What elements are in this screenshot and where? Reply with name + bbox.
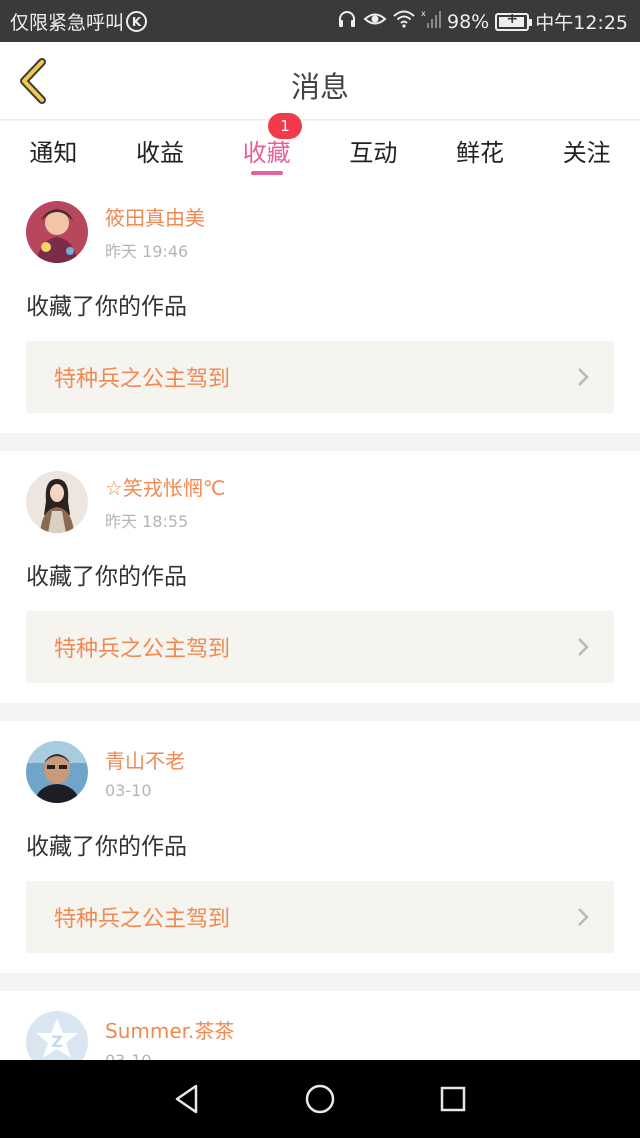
message-card: 筱田真由美 昨天 19:46 收藏了你的作品 特种兵之公主驾到 xyxy=(0,181,640,433)
battery-percent: 98% xyxy=(447,10,490,33)
tab-bar: 通知 收益 收藏 1 互动 鲜花 关注 xyxy=(0,113,640,181)
user-meta: 青山不老 03-10 xyxy=(105,745,185,800)
clock: 中午12:25 xyxy=(535,12,628,34)
battery-icon: + xyxy=(495,11,533,31)
action-text: 收藏了你的作品 xyxy=(26,564,187,590)
wifi-icon xyxy=(393,10,415,33)
chevron-right-icon xyxy=(578,638,589,656)
status-left: 仅限紧急呼叫 K xyxy=(10,8,148,35)
k-circle-icon: K xyxy=(126,11,148,32)
message-card: 青山不老 03-10 收藏了你的作品 特种兵之公主驾到 xyxy=(0,721,640,973)
status-right: x 98% + 中午12:25 xyxy=(337,8,628,35)
carrier-text: 仅限紧急呼叫 xyxy=(10,12,125,34)
user-row[interactable]: 筱田真由美 昨天 19:46 xyxy=(26,199,614,265)
tab-label: 收藏 xyxy=(242,139,291,167)
message-card: ☆笑戎怅惘℃ 昨天 18:55 收藏了你的作品 特种兵之公主驾到 xyxy=(0,451,640,703)
svg-text:x: x xyxy=(421,9,426,18)
tab-label: 互动 xyxy=(349,139,398,167)
tab-follow[interactable]: 关注 xyxy=(533,121,640,181)
eye-icon xyxy=(363,10,387,33)
message-time: 昨天 19:46 xyxy=(105,242,189,261)
tab-label: 关注 xyxy=(562,139,611,167)
user-name[interactable]: 青山不老 xyxy=(105,745,185,774)
work-title: 特种兵之公主驾到 xyxy=(54,907,231,932)
user-meta: 筱田真由美 昨天 19:46 xyxy=(105,202,205,262)
home-circle-icon[interactable] xyxy=(300,1079,340,1119)
header: 消息 xyxy=(0,42,640,120)
work-title: 特种兵之公主驾到 xyxy=(54,637,231,662)
user-name[interactable]: ☆笑戎怅惘℃ xyxy=(105,472,225,501)
action-text: 收藏了你的作品 xyxy=(26,294,187,320)
avatar[interactable] xyxy=(26,471,88,533)
tab-label: 鲜花 xyxy=(456,139,505,167)
message-time: 昨天 18:55 xyxy=(105,512,189,531)
work-title: 特种兵之公主驾到 xyxy=(54,367,231,392)
avatar[interactable] xyxy=(26,201,88,263)
tab-flowers[interactable]: 鲜花 xyxy=(427,121,534,181)
message-time: 03-10 xyxy=(105,780,152,800)
work-link[interactable]: 特种兵之公主驾到 xyxy=(26,881,614,953)
page-title: 消息 xyxy=(290,70,349,104)
user-row[interactable]: ☆笑戎怅惘℃ 昨天 18:55 xyxy=(26,469,614,535)
tab-notice[interactable]: 通知 xyxy=(0,121,107,181)
action-text: 收藏了你的作品 xyxy=(26,834,187,860)
back-triangle-icon[interactable] xyxy=(167,1079,207,1119)
status-bar: 仅限紧急呼叫 K x 98% + 中午12:25 xyxy=(0,0,640,42)
message-list: 筱田真由美 昨天 19:46 收藏了你的作品 特种兵之公主驾到 ☆笑戎怅惘℃ 昨… xyxy=(0,181,640,1113)
tab-interaction[interactable]: 互动 xyxy=(320,121,427,181)
avatar[interactable] xyxy=(26,741,88,803)
work-link[interactable]: 特种兵之公主驾到 xyxy=(26,341,614,413)
active-tab-indicator xyxy=(250,171,283,175)
signal-icon: x xyxy=(421,9,441,34)
user-name[interactable]: 筱田真由美 xyxy=(105,202,205,231)
chevron-right-icon xyxy=(578,368,589,386)
chevron-right-icon xyxy=(578,908,589,926)
system-nav-bar xyxy=(0,1060,640,1138)
svg-text:Z: Z xyxy=(51,1032,63,1051)
user-name[interactable]: Summer.茶茶 xyxy=(105,1015,234,1044)
headphone-icon xyxy=(337,9,357,34)
unread-badge: 1 xyxy=(268,113,303,139)
tab-label: 收益 xyxy=(136,139,184,167)
user-meta: ☆笑戎怅惘℃ 昨天 18:55 xyxy=(105,472,225,532)
work-link[interactable]: 特种兵之公主驾到 xyxy=(26,611,614,683)
recents-square-icon[interactable] xyxy=(433,1079,473,1119)
user-row[interactable]: 青山不老 03-10 xyxy=(26,739,614,805)
tab-favorites[interactable]: 收藏 1 xyxy=(213,113,320,181)
tab-label: 通知 xyxy=(29,139,78,167)
tab-income[interactable]: 收益 xyxy=(107,121,214,181)
